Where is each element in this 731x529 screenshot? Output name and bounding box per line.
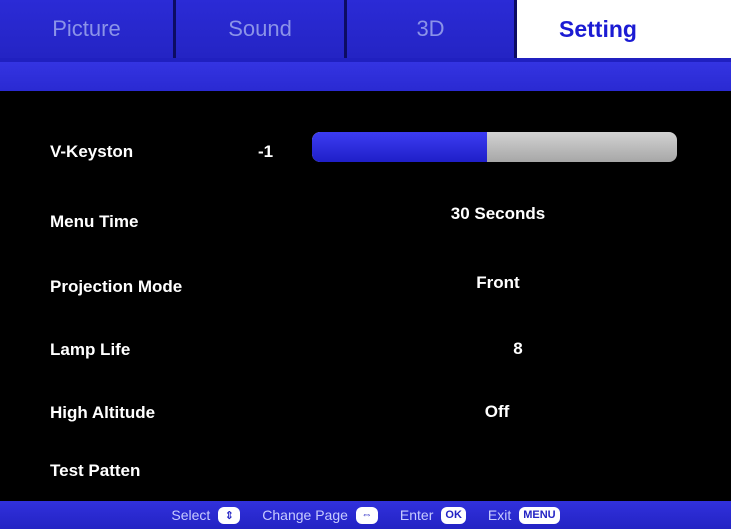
- menu-time-value: 30 Seconds: [450, 204, 546, 223]
- tab-underline-band: [0, 58, 731, 91]
- high-altitude-label: High Altitude: [50, 403, 156, 422]
- row-projection-mode[interactable]: Projection Mode Front: [0, 267, 731, 307]
- ok-key-icon: OK: [441, 506, 466, 524]
- v-keyston-label: V-Keyston: [50, 142, 134, 161]
- lamp-life-value: 8: [513, 339, 523, 358]
- v-keyston-value: -1: [258, 142, 274, 161]
- help-change-page-text: Change Page: [262, 507, 348, 523]
- help-bar: Select ⇕ Change Page ⇔ Enter OK Exit MEN…: [0, 501, 731, 529]
- row-lamp-life[interactable]: Lamp Life 8: [0, 330, 731, 370]
- projection-mode-label: Projection Mode: [50, 277, 183, 296]
- tab-bar: Picture Sound 3D Setting: [0, 0, 731, 58]
- test-patten-label: Test Patten: [50, 461, 141, 480]
- tab-setting[interactable]: Setting: [517, 0, 679, 58]
- help-enter-text: Enter: [399, 507, 434, 523]
- up-down-key-icon: ⇕: [218, 506, 241, 524]
- projection-mode-value: Front: [476, 273, 520, 292]
- tab-3d[interactable]: 3D: [347, 0, 517, 58]
- row-high-altitude[interactable]: High Altitude Off: [0, 393, 731, 433]
- v-keyston-slider[interactable]: [312, 132, 677, 162]
- v-keyston-slider-fill: [312, 132, 488, 162]
- menu-time-label: Menu Time: [50, 212, 139, 231]
- tab-picture[interactable]: Picture: [0, 0, 176, 58]
- row-menu-time[interactable]: Menu Time 30 Seconds: [0, 202, 731, 242]
- row-test-patten[interactable]: Test Patten: [0, 451, 731, 491]
- help-select-text: Select: [171, 507, 211, 523]
- lamp-life-label: Lamp Life: [50, 340, 131, 359]
- menu-key-icon: MENU: [519, 506, 560, 524]
- osd-menu: Picture Sound 3D Setting V-Keyston -1 Me…: [0, 0, 731, 529]
- high-altitude-value: Off: [484, 402, 510, 421]
- left-right-key-icon: ⇔: [355, 506, 378, 524]
- help-exit-text: Exit: [487, 507, 512, 523]
- tab-sound[interactable]: Sound: [176, 0, 347, 58]
